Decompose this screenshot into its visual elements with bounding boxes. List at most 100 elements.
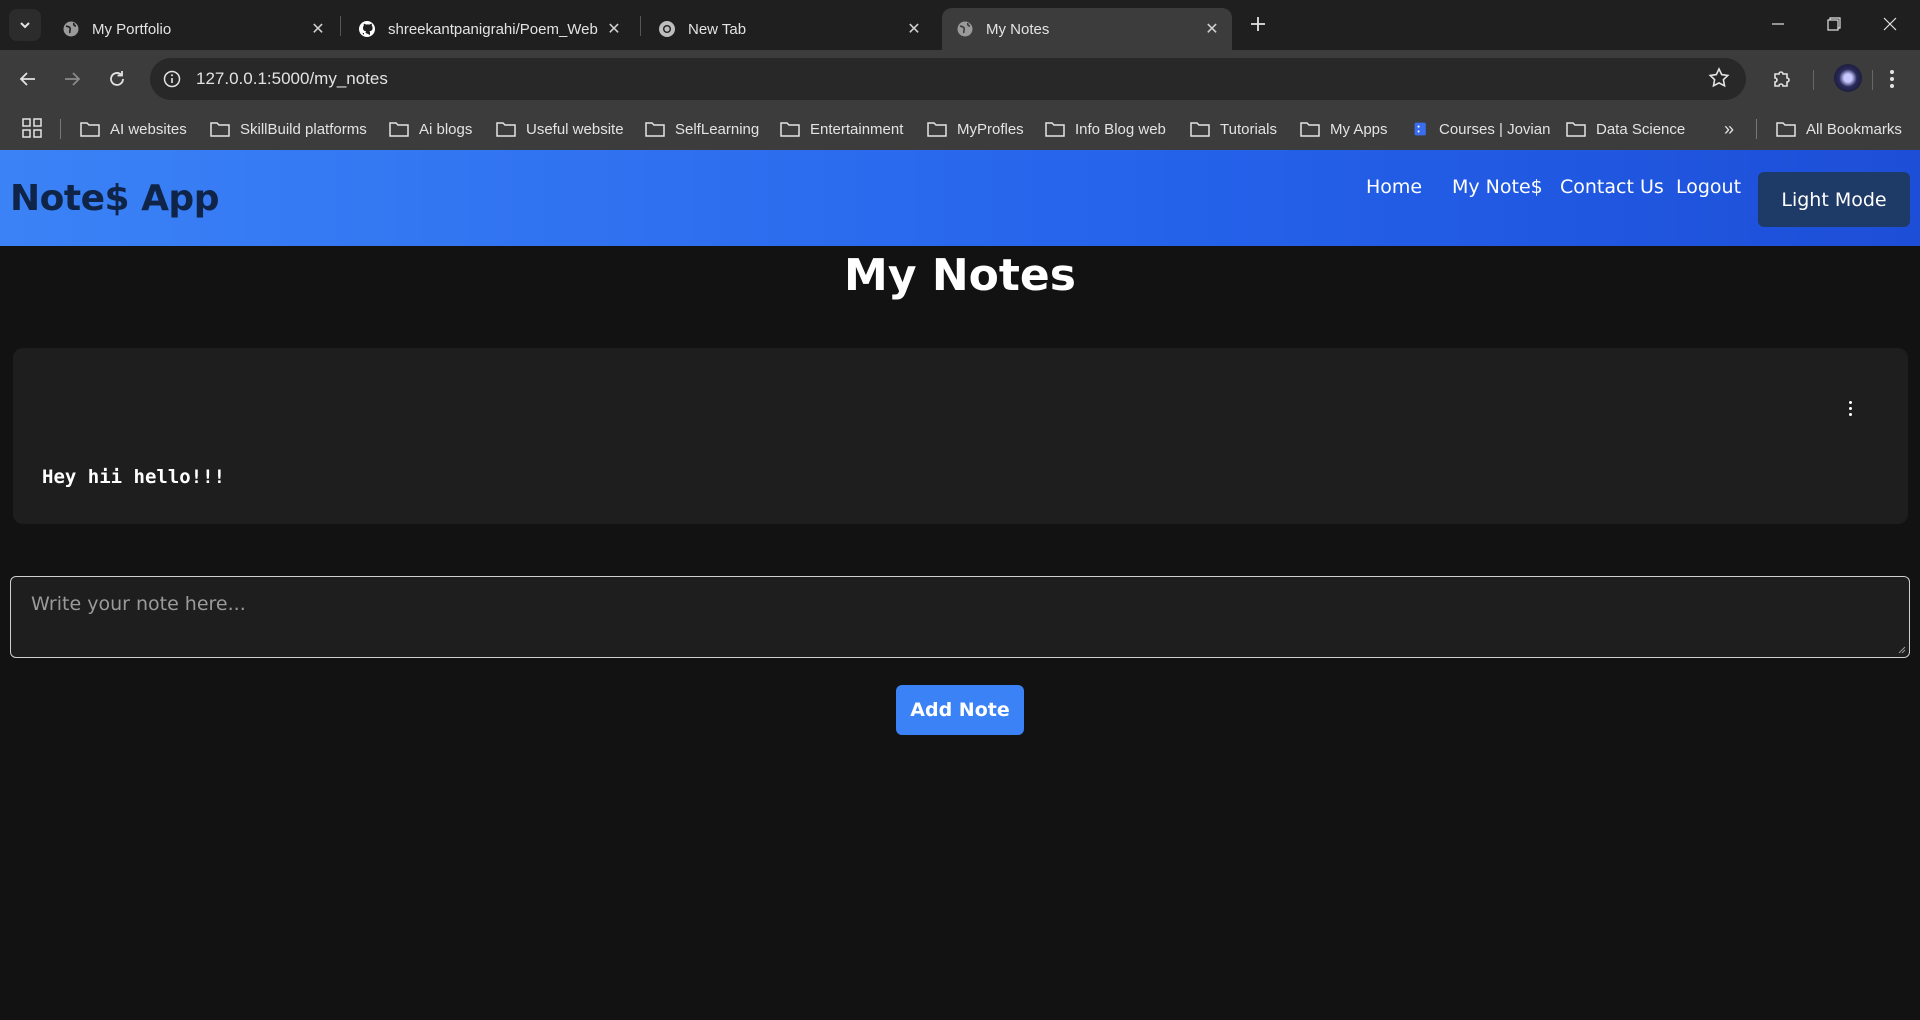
- bookmark-item[interactable]: MyProfles: [927, 108, 1024, 150]
- tab-title: shreekantpanigrahi/Poem_Web: [388, 20, 598, 38]
- bookmark-item[interactable]: AI websites: [80, 108, 187, 150]
- folder-icon: [780, 122, 800, 137]
- arrow-left-icon: [19, 72, 35, 86]
- folder-icon: [1776, 122, 1796, 137]
- arrow-right-icon: [65, 72, 81, 86]
- bookmark-label: Courses | Jovian: [1439, 120, 1551, 138]
- web-page: Note$ App Home My Note$ Contact Us Logou…: [0, 150, 1920, 1020]
- forward-button[interactable]: [56, 63, 88, 95]
- bookmark-item[interactable]: Useful website: [496, 108, 624, 150]
- folder-icon: [645, 122, 665, 137]
- restore-button[interactable]: [1806, 0, 1862, 48]
- bookmark-item[interactable]: SkillBuild platforms: [210, 108, 367, 150]
- bookmark-item[interactable]: My Apps: [1300, 108, 1388, 150]
- tab-github-poem-web[interactable]: shreekantpanigrahi/Poem_Web ✕: [344, 8, 634, 50]
- bookmark-item[interactable]: Ai blogs: [389, 108, 472, 150]
- more-vertical-icon[interactable]: [1840, 396, 1860, 420]
- close-icon[interactable]: ✕: [1200, 17, 1224, 41]
- reload-button[interactable]: [101, 63, 133, 95]
- page-title: My Notes: [844, 250, 1076, 301]
- bookmark-label: Ai blogs: [419, 120, 473, 138]
- browser-toolbar: 127.0.0.1:5000/my_notes: [0, 50, 1920, 108]
- toolbar-divider: [1872, 70, 1873, 90]
- toolbar-divider: [1813, 70, 1814, 90]
- folder-icon: [1566, 122, 1586, 137]
- bookmark-label: SkillBuild platforms: [240, 120, 367, 138]
- bookmark-item[interactable]: Entertainment: [780, 108, 903, 150]
- app-brand[interactable]: Note$ App: [10, 178, 219, 219]
- tab-new-tab[interactable]: New Tab ✕: [644, 8, 934, 50]
- nav-link-contact[interactable]: Contact Us: [1560, 176, 1664, 198]
- more-vertical-icon: [1890, 70, 1894, 88]
- bookmark-label: AI websites: [110, 120, 187, 138]
- globe-icon: [62, 20, 80, 38]
- site-info-icon[interactable]: [158, 65, 186, 93]
- tab-my-notes[interactable]: My Notes ✕: [942, 8, 1232, 50]
- minimize-button[interactable]: [1750, 0, 1806, 48]
- close-icon[interactable]: ✕: [306, 17, 330, 41]
- folder-icon: [1045, 122, 1065, 137]
- folder-icon: [389, 122, 409, 137]
- bookmark-item[interactable]: Info Blog web: [1045, 108, 1166, 150]
- new-tab-button[interactable]: [1244, 10, 1272, 38]
- app-navbar: Note$ App Home My Note$ Contact Us Logou…: [0, 150, 1920, 246]
- tab-title: New Tab: [688, 20, 747, 38]
- folder-icon: [210, 122, 230, 137]
- star-icon[interactable]: [1708, 67, 1732, 91]
- close-icon: [1883, 17, 1897, 31]
- address-bar[interactable]: 127.0.0.1:5000/my_notes: [150, 58, 1746, 100]
- folder-icon: [496, 122, 516, 137]
- folder-icon: [1300, 122, 1320, 137]
- bookmark-label: My Apps: [1330, 120, 1388, 138]
- folder-icon: [80, 122, 100, 137]
- github-icon: [358, 20, 376, 38]
- chrome-icon: [658, 20, 676, 38]
- tab-search-button[interactable]: [9, 9, 41, 41]
- close-window-button[interactable]: [1862, 0, 1918, 48]
- globe-icon: [956, 20, 974, 38]
- url-text: 127.0.0.1:5000/my_notes: [196, 69, 388, 88]
- bookmark-label: Data Science: [1596, 120, 1686, 138]
- tab-divider: [340, 16, 341, 36]
- browser-menu-button[interactable]: [1876, 63, 1908, 95]
- resize-grip-icon[interactable]: [1896, 644, 1906, 654]
- profile-avatar[interactable]: [1834, 64, 1862, 92]
- more-bookmarks-button[interactable]: »: [1716, 116, 1742, 142]
- restore-icon: [1827, 17, 1841, 31]
- nav-link-my-notes[interactable]: My Note$: [1452, 176, 1543, 198]
- apps-grid-icon[interactable]: [22, 118, 44, 140]
- plus-icon: [1251, 17, 1265, 31]
- bookmark-label: Entertainment: [810, 120, 904, 138]
- bookmark-label: MyProfles: [957, 120, 1024, 138]
- close-icon[interactable]: ✕: [602, 17, 626, 41]
- bookmark-label: SelfLearning: [675, 120, 760, 138]
- tab-title: My Portfolio: [92, 20, 172, 38]
- add-note-button[interactable]: Add Note: [896, 685, 1024, 735]
- bookmark-item[interactable]: Courses | Jovian: [1413, 108, 1550, 150]
- bookmark-label: All Bookmarks: [1806, 120, 1902, 138]
- bookmark-item[interactable]: Tutorials: [1190, 108, 1277, 150]
- folder-icon: [927, 122, 947, 137]
- theme-toggle-button[interactable]: Light Mode: [1758, 172, 1910, 227]
- note-input[interactable]: [10, 576, 1910, 658]
- note-card: Hey hii hello!!!: [13, 348, 1908, 524]
- minimize-icon: [1772, 23, 1784, 25]
- bookmark-label: Info Blog web: [1075, 120, 1166, 138]
- folder-icon: [1190, 122, 1210, 137]
- bookmarks-bar: AI websites SkillBuild platforms Ai blogs U…: [0, 108, 1920, 150]
- puzzle-icon: [1774, 71, 1790, 87]
- jovian-icon: [1414, 122, 1426, 136]
- bookmark-item[interactable]: SelfLearning: [645, 108, 759, 150]
- nav-link-home[interactable]: Home: [1366, 176, 1422, 198]
- bookmarks-divider: [1756, 119, 1757, 139]
- tab-my-portfolio[interactable]: My Portfolio ✕: [48, 8, 338, 50]
- close-icon[interactable]: ✕: [902, 17, 926, 41]
- bookmark-item[interactable]: Data Science: [1566, 108, 1685, 150]
- extensions-button[interactable]: [1766, 63, 1798, 95]
- chevron-down-icon: [20, 22, 30, 29]
- bookmarks-divider: [60, 119, 61, 139]
- back-button[interactable]: [12, 63, 44, 95]
- bookmark-label: Useful website: [526, 120, 624, 138]
- nav-link-logout[interactable]: Logout: [1676, 176, 1741, 198]
- all-bookmarks-button[interactable]: All Bookmarks: [1776, 108, 1902, 150]
